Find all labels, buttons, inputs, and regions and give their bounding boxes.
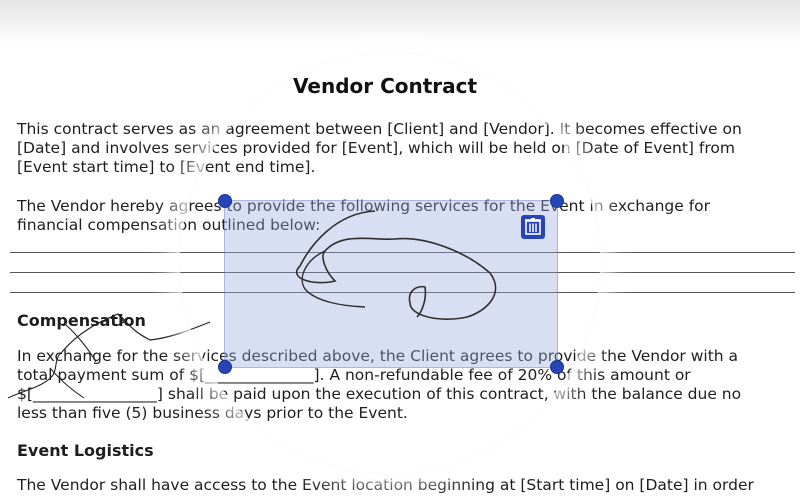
delete-signature-button[interactable] — [521, 215, 545, 239]
trash-icon — [525, 218, 541, 235]
resize-handle-top-left[interactable] — [218, 194, 232, 208]
resize-handle-top-right[interactable] — [550, 194, 564, 208]
signature-box[interactable] — [224, 200, 558, 368]
signature-ink — [296, 210, 497, 320]
resize-handle-bottom-right[interactable] — [550, 360, 564, 374]
resize-handle-bottom-left[interactable] — [218, 360, 232, 374]
